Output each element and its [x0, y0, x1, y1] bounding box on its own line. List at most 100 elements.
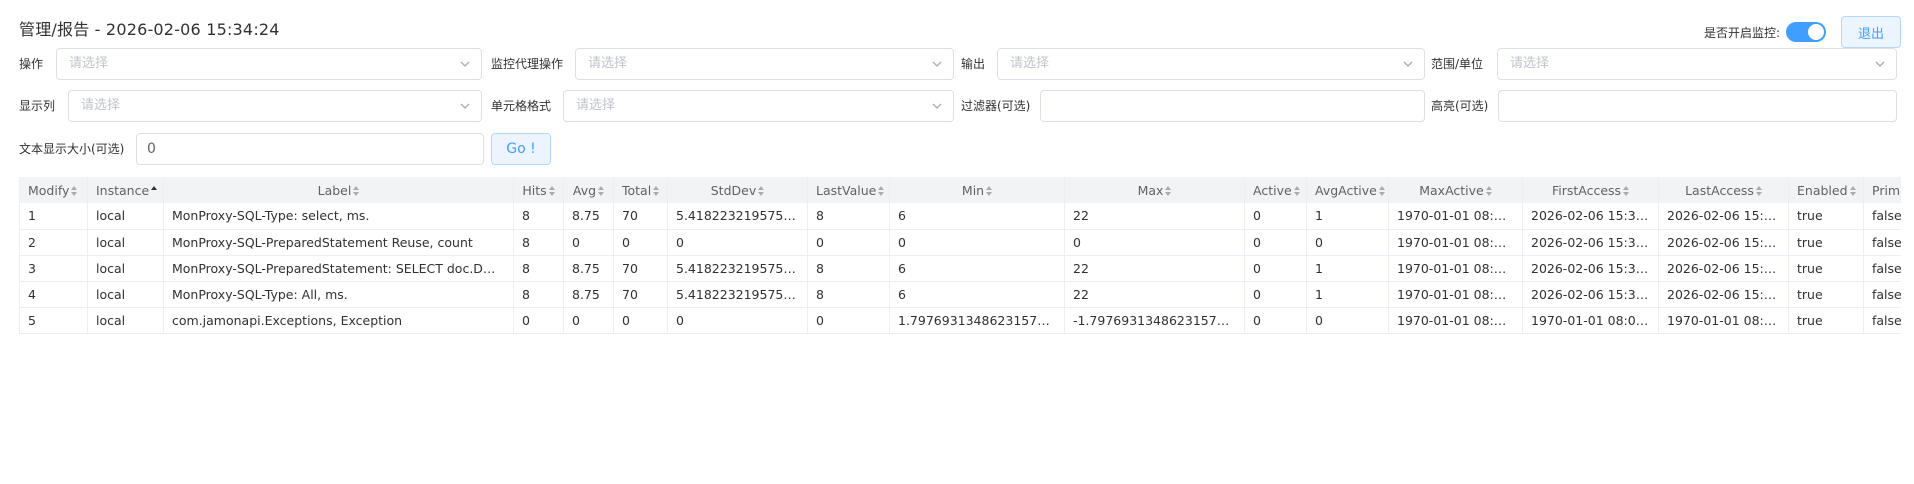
cell-max: 22	[1064, 281, 1245, 308]
sort-icon[interactable]	[1849, 186, 1856, 196]
column-header-label: Avg	[572, 182, 597, 198]
sort-icon[interactable]	[1485, 186, 1492, 196]
cell-instance: local	[87, 255, 164, 282]
cell-avgactive: 1	[1306, 203, 1389, 230]
column-header-label: Instance	[96, 182, 150, 198]
monitor-proxy-operation-label: 监控代理操作	[491, 57, 564, 71]
monitor-proxy-operation-select[interactable]: 请选择	[575, 48, 954, 80]
cell-lastaccess: 2026-02-06 15:35:00	[1658, 255, 1789, 282]
cell-lastaccess: 2026-02-06 15:35:00	[1658, 203, 1789, 230]
cell-total: 0	[613, 229, 668, 256]
column-header-maxactive[interactable]: MaxActive	[1388, 177, 1523, 203]
cell-min: 6	[889, 281, 1065, 308]
cell-hits: 8	[513, 255, 564, 282]
sort-icon[interactable]	[878, 186, 885, 196]
header-bar: 管理/报告 - 2026-02-06 15:34:24 是否开启监控: 退出	[0, 0, 1914, 50]
column-header-min[interactable]: Min	[889, 177, 1065, 203]
output-select[interactable]: 请选择	[997, 48, 1425, 80]
operation-placeholder: 请选择	[69, 56, 109, 71]
cell-label: MonProxy-SQL-Type: All, ms.	[163, 281, 514, 308]
cell-lastaccess: 2026-02-06 15:35:00	[1658, 229, 1789, 256]
sort-icon[interactable]	[151, 186, 158, 196]
column-header-label: Active	[1253, 182, 1292, 198]
column-header-label[interactable]: Label	[163, 177, 514, 203]
operation-label: 操作	[19, 57, 44, 71]
sort-icon[interactable]	[1293, 186, 1300, 196]
sort-icon[interactable]	[353, 186, 360, 196]
sort-icon[interactable]	[1378, 186, 1385, 196]
cell-firstaccess: 2026-02-06 15:35:00	[1522, 281, 1659, 308]
cell-prima: false	[1863, 281, 1901, 308]
go-button[interactable]: Go !	[491, 133, 551, 165]
column-header-avgactive[interactable]: AvgActive	[1306, 177, 1389, 203]
column-header-label: MaxActive	[1419, 182, 1484, 198]
column-header-instance[interactable]: Instance	[87, 177, 164, 203]
column-header-label: Enabled	[1797, 182, 1848, 198]
sort-icon[interactable]	[758, 186, 765, 196]
cell-total: 70	[613, 255, 668, 282]
cell-enabled: true	[1788, 229, 1864, 256]
column-header-lastaccess[interactable]: LastAccess	[1658, 177, 1789, 203]
logout-button[interactable]: 退出	[1841, 16, 1901, 48]
column-header-label: Hits	[522, 182, 547, 198]
chevron-down-icon	[460, 61, 470, 67]
table-row[interactable]: 4 local MonProxy-SQL-Type: All, ms. 8 8.75 70…	[19, 281, 1901, 308]
chevron-down-icon	[1403, 61, 1413, 67]
column-header-avg[interactable]: Avg	[563, 177, 614, 203]
column-header-label: FirstAccess	[1551, 182, 1622, 198]
sort-icon[interactable]	[1623, 186, 1630, 196]
cell-avgactive: 1	[1306, 255, 1389, 282]
cell-min: 0	[889, 229, 1065, 256]
table-row[interactable]: 3 local MonProxy-SQL-PreparedStatement: SE…	[19, 255, 1901, 282]
highlight-label: 高亮(可选)	[1431, 99, 1489, 113]
column-header-lastvalue[interactable]: LastValue	[807, 177, 890, 203]
display-columns-select[interactable]: 请选择	[68, 90, 482, 122]
highlight-input[interactable]	[1498, 90, 1897, 122]
cell-enabled: true	[1788, 281, 1864, 308]
cell-min: 6	[889, 255, 1065, 282]
operation-select[interactable]: 请选择	[56, 48, 482, 80]
sort-icon[interactable]	[548, 186, 555, 196]
column-header-active[interactable]: Active	[1244, 177, 1307, 203]
table-row[interactable]: 5 local com.jamonapi.Exceptions, Exception…	[19, 307, 1901, 334]
sort-icon[interactable]	[71, 186, 78, 196]
sort-icon[interactable]	[1165, 186, 1172, 196]
page-title: 管理/报告 - 2026-02-06 15:34:24	[19, 20, 280, 39]
cell-hits: 8	[513, 203, 564, 230]
cell-format-select[interactable]: 请选择	[563, 90, 954, 122]
column-header-firstaccess[interactable]: FirstAccess	[1522, 177, 1659, 203]
filter-input[interactable]	[1040, 90, 1425, 122]
cell-format-label: 单元格格式	[491, 99, 552, 113]
table-row[interactable]: 1 local MonProxy-SQL-Type: select, ms. 8 8.7…	[19, 203, 1901, 230]
column-header-stddev[interactable]: StdDev	[667, 177, 808, 203]
monitor-proxy-operation-placeholder: 请选择	[588, 56, 628, 71]
column-header-enabled[interactable]: Enabled	[1788, 177, 1864, 203]
column-header-total[interactable]: Total	[613, 177, 668, 203]
monitor-report-table: Modify Instance Label Hits Avg Total StdDev Las…	[19, 177, 1901, 337]
sort-icon[interactable]	[653, 186, 660, 196]
column-header-label: StdDev	[710, 182, 757, 198]
column-header-hits[interactable]: Hits	[513, 177, 564, 203]
chevron-down-icon	[1875, 61, 1885, 67]
range-unit-select[interactable]: 请选择	[1497, 48, 1897, 80]
column-header-label: Min	[961, 182, 985, 198]
column-header-label: LastAccess	[1685, 182, 1754, 198]
cell-label: MonProxy-SQL-PreparedStatement Reuse, co…	[163, 229, 514, 256]
cell-lastvalue: 8	[807, 203, 890, 230]
sort-icon[interactable]	[598, 186, 605, 196]
cell-max: 22	[1064, 203, 1245, 230]
table-row[interactable]: 2 local MonProxy-SQL-PreparedStatement Reu…	[19, 229, 1901, 256]
cell-lastaccess: 2026-02-06 15:35:00	[1658, 281, 1789, 308]
cell-label: com.jamonapi.Exceptions, Exception	[163, 307, 514, 334]
column-header-prima[interactable]: Prima	[1863, 177, 1901, 203]
cell-avgactive: 1	[1306, 281, 1389, 308]
column-header-modify[interactable]: Modify	[19, 177, 88, 203]
text-size-input[interactable]: 0	[136, 133, 484, 165]
monitor-toggle-switch[interactable]	[1786, 22, 1826, 42]
cell-hits: 8	[513, 281, 564, 308]
cell-modify: 1	[19, 203, 88, 230]
output-label: 输出	[961, 57, 986, 71]
column-header-max[interactable]: Max	[1064, 177, 1245, 203]
sort-icon[interactable]	[1755, 186, 1762, 196]
sort-icon[interactable]	[986, 186, 993, 196]
